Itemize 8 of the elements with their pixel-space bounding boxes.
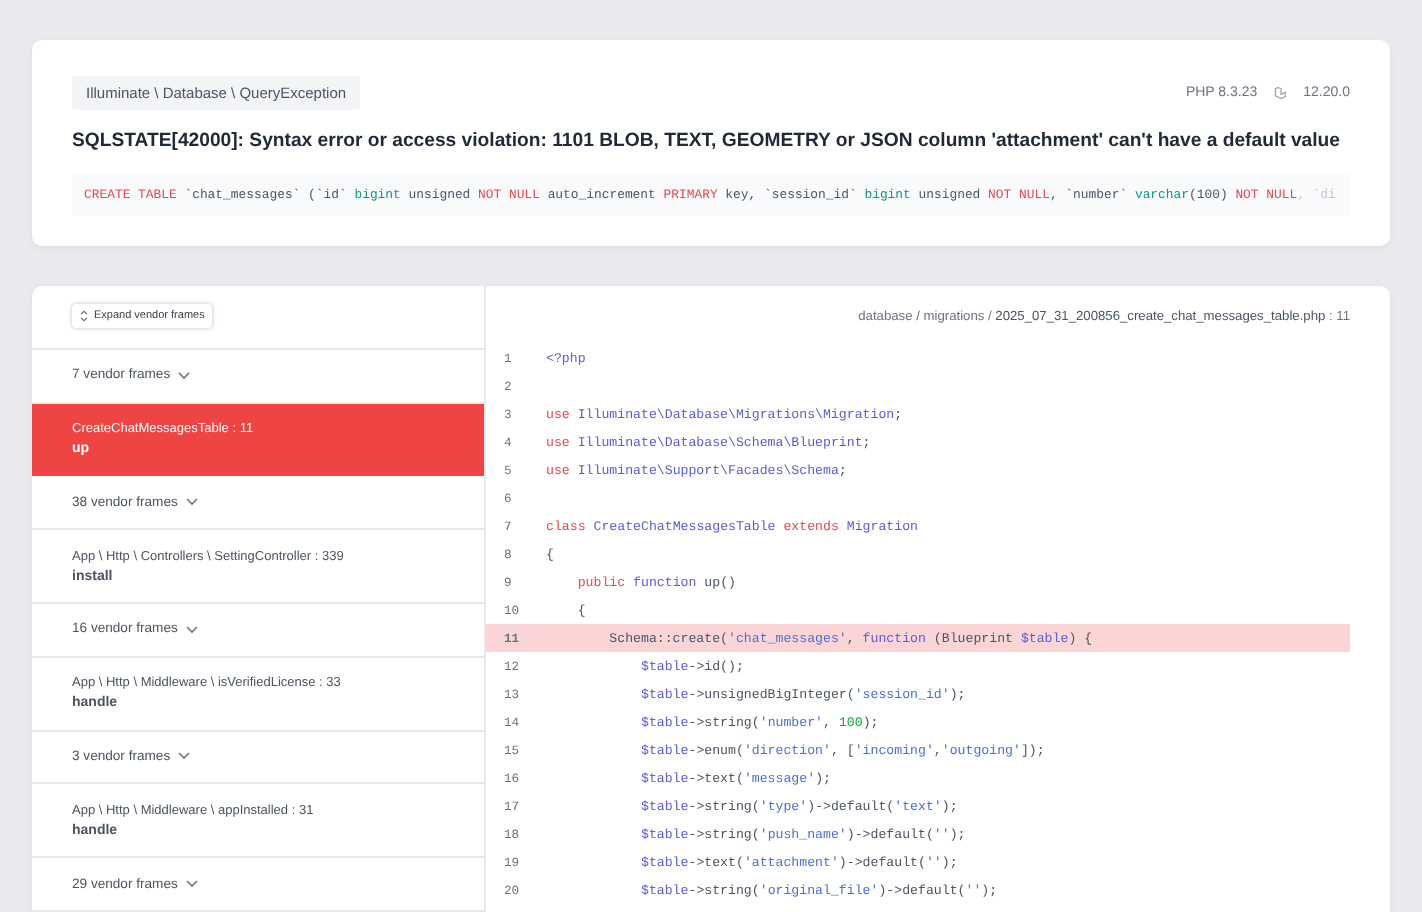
chevron-down-icon (185, 498, 198, 507)
chevron-down-icon (178, 752, 191, 761)
chevron-down-icon (178, 371, 191, 380)
chevron-down-icon (185, 625, 198, 634)
expand-icon (80, 310, 88, 323)
chevron-down-icon (185, 880, 198, 889)
laravel-logo-icon (1273, 86, 1288, 100)
error-message: SQLSTATE[42000]: Syntax error or access violation: 1101 BLOB, TEXT, GEOMETRY or JSON column 'attachment' can't have a default value (72, 128, 1340, 154)
